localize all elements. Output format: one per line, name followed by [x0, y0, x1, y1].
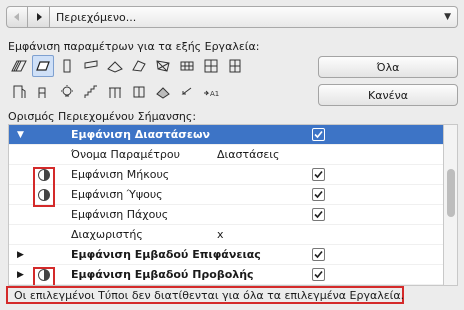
list-row-parameter-name[interactable]: Όνομα Παραμέτρου Διαστάσεις [9, 145, 443, 165]
tool-row-1 [8, 55, 308, 77]
select-none-button[interactable]: Κανένα [318, 84, 458, 106]
checkmark-icon [314, 250, 323, 259]
row-name: Εμφάνιση Μήκους [71, 168, 170, 181]
collapsed-triangle-icon[interactable]: ▶ [17, 250, 27, 260]
wall-tool-icon[interactable] [8, 55, 30, 77]
content-section-title: Ορισμός Περιεχομένου Σήμανσης: [8, 110, 197, 123]
back-arrow-icon [14, 13, 19, 21]
row-name: Όνομα Παραμέτρου [71, 148, 180, 161]
list-row-show-surface-area[interactable]: ▶ Εμφάνιση Εμβαδού Επιφάνειας [9, 245, 443, 265]
row-checkbox[interactable] [312, 188, 325, 201]
row-checkbox[interactable] [312, 168, 325, 181]
row-name: Εμφάνιση Ύψους [71, 188, 163, 201]
morph-tool-icon[interactable] [176, 55, 198, 77]
column-tool-icon[interactable] [56, 55, 78, 77]
beam-tool-icon[interactable] [80, 55, 102, 77]
breadcrumb-dropdown[interactable]: Περιεχόμενο... ▼ [50, 6, 458, 28]
row-checkbox[interactable] [312, 208, 325, 221]
row-checkbox[interactable] [312, 268, 325, 281]
forward-button[interactable] [28, 6, 50, 28]
list-row-separator[interactable]: Διαχωριστής x [9, 225, 443, 245]
warning-message: Οι επιλεγμένοι Τύποι δεν διατίθενται για… [6, 286, 404, 304]
breadcrumb-label: Περιεχόμενο... [56, 10, 137, 24]
message-text: Οι επιλεγμένοι Τύποι δεν διατίθενται για… [14, 288, 405, 302]
row-name: Διαχωριστής [71, 228, 143, 241]
lamp-tool-icon[interactable] [56, 81, 78, 103]
list-row-show-projected-area[interactable]: ▶ Εμφάνιση Εμβαδού Προβολής [9, 265, 443, 285]
expand-triangle-icon[interactable]: ▼ [17, 130, 27, 140]
checkmark-icon [314, 190, 323, 199]
stair-tool-icon[interactable] [80, 81, 102, 103]
list-row-show-thickness[interactable]: Εμφάνιση Πάχους [9, 205, 443, 225]
section-tool-icon[interactable] [176, 81, 198, 103]
row-checkbox[interactable] [312, 248, 325, 261]
object-tool-icon[interactable] [32, 81, 54, 103]
list-row-show-length[interactable]: Εμφάνιση Μήκους [9, 165, 443, 185]
row-name: Εμφάνιση Εμβαδού Επιφάνειας [71, 248, 261, 261]
tool-row-2: A1 [8, 81, 308, 103]
checkmark-icon [314, 210, 323, 219]
shell-tool-icon[interactable] [128, 55, 150, 77]
tools-section-title: Εμφάνιση παραμέτρων για τα εξής Εργαλεία… [8, 40, 260, 53]
forward-arrow-icon [36, 13, 42, 21]
checkmark-icon [314, 130, 323, 139]
row-name: Εμφάνιση Διαστάσεων [71, 128, 211, 141]
row-value[interactable]: Διαστάσεις [217, 148, 279, 161]
label-tool-icon[interactable]: A1 [200, 81, 222, 103]
checkmark-icon [314, 270, 323, 279]
list-row-show-dimensions[interactable]: ▼ Εμφάνιση Διαστάσεων [9, 125, 443, 145]
row-name: Εμφάνιση Πάχους [71, 208, 169, 221]
window-tool-icon[interactable] [224, 55, 246, 77]
slab-tool-icon[interactable] [32, 55, 54, 77]
row-name: Εμφάνιση Εμβαδού Προβολής [71, 268, 254, 281]
list-row-show-height[interactable]: Εμφάνιση Ύψους [9, 185, 443, 205]
scrollbar-thumb[interactable] [447, 169, 455, 217]
mesh-tool-icon[interactable] [152, 55, 174, 77]
select-all-button[interactable]: Όλα [318, 56, 458, 78]
svg-text:A1: A1 [210, 90, 219, 98]
door-tool-icon[interactable] [8, 81, 30, 103]
label-content-list: ▼ Εμφάνιση Διαστάσεων Όνομα Παραμέτρου Δ… [8, 124, 444, 286]
railing-tool-icon[interactable] [104, 81, 126, 103]
row-value[interactable]: x [217, 228, 224, 241]
tool-grid: A1 [8, 55, 308, 107]
collapsed-triangle-icon[interactable]: ▶ [17, 270, 27, 280]
skylight-tool-icon[interactable] [152, 81, 174, 103]
roof-tool-icon[interactable] [104, 55, 126, 77]
curtainwall-tool-icon[interactable] [200, 55, 222, 77]
navigation-bar: Περιεχόμενο... ▼ [6, 5, 458, 29]
row-checkbox[interactable] [312, 128, 325, 141]
chevron-down-icon: ▼ [444, 12, 451, 22]
highlight-box [33, 167, 55, 207]
list-scrollbar[interactable] [444, 124, 458, 286]
highlight-box [33, 267, 55, 285]
checkmark-icon [314, 170, 323, 179]
back-button[interactable] [6, 6, 28, 28]
zone-tool-icon[interactable] [128, 81, 150, 103]
